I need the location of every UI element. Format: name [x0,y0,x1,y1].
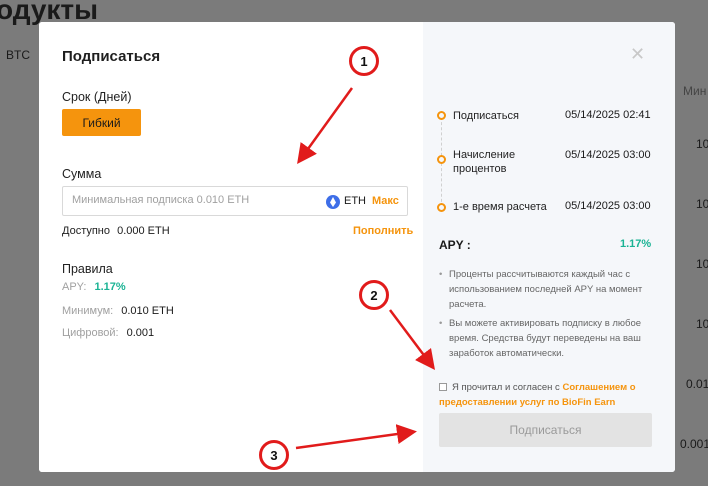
currency-label: ETH [344,195,366,207]
agreement: Я прочитал и согласен с Соглашением о пр… [439,380,664,410]
amount-field[interactable]: ETH Макс [62,186,408,216]
timeline-label-subscribe: Подписаться [453,110,519,122]
modal-title: Подписаться [62,48,161,65]
term-flexible-button[interactable]: Гибкий [62,109,141,136]
rule-apy-value: 1.17% [94,281,126,293]
table-cell: 10 [696,197,708,211]
eth-icon [326,195,340,209]
rule-apy-label: APY: [62,281,87,293]
timeline-dot [437,155,446,164]
table-cell: 0.001 [680,437,708,451]
available-balance: Доступно 0.000 ETH [62,225,170,237]
table-cell: 0.01 [686,377,708,391]
timeline-label-line: Начисление [453,149,516,161]
timeline-label-interest: Начисление процентов [453,148,515,176]
amount-input[interactable] [72,194,312,206]
rule-apy: APY: 1.17% [62,281,126,293]
timeline-dot [437,203,446,212]
rule-digits-value: 0.001 [126,327,155,339]
timeline-time-subscribe: 05/14/2025 02:41 [565,109,651,121]
timeline-time-settlement: 05/14/2025 03:00 [565,200,651,212]
apy-value: 1.17% [620,238,652,250]
annotation-badge-3: 3 [259,440,289,470]
subscribe-modal: Подписаться Срок (Дней) Гибкий Сумма ETH… [39,22,675,472]
available-value: 0.000 ETH [117,225,170,237]
term-label: Срок (Дней) [62,90,132,104]
timeline-dot [437,111,446,120]
agreement-checkbox[interactable] [439,383,447,391]
available-label: Доступно [62,225,111,237]
rule-min-value: 0.010 ETH [121,305,174,317]
apy-label: APY : [439,238,471,252]
amount-label: Сумма [62,167,102,181]
table-cell: 10 [696,137,708,151]
agreement-text: Я прочитал и согласен с [452,382,560,393]
rule-minimum: Минимум: 0.010 ETH [62,305,174,317]
close-icon[interactable]: ✕ [630,44,645,65]
rules-title: Правила [62,262,113,276]
note-item: Проценты рассчитываются каждый час с исп… [439,267,663,312]
column-header-min: Мин [683,84,707,98]
subscribe-button[interactable]: Подписаться [439,413,652,447]
table-cell: 10 [696,317,708,331]
max-button[interactable]: Макс [372,195,399,207]
coin-filter-btc[interactable]: BTC [6,48,30,62]
note-item: Вы можете активировать подписку в любое … [439,316,663,361]
rule-digits: Цифровой: 0.001 [62,327,154,339]
rule-min-label: Минимум: [62,305,114,317]
summary-panel: ✕ Подписаться 05/14/2025 02:41 Начислени… [423,22,675,472]
table-cell: 10 [696,257,708,271]
timeline-time-interest: 05/14/2025 03:00 [565,149,651,161]
annotation-badge-2: 2 [359,280,389,310]
annotation-badge-1: 1 [349,46,379,76]
rule-digits-label: Цифровой: [62,327,119,339]
subscribe-form-panel: Подписаться Срок (Дней) Гибкий Сумма ETH… [39,22,423,472]
timeline-label-settlement: 1-е время расчета [453,201,547,213]
timeline-label-line: процентов [453,163,507,175]
topup-link[interactable]: Пополнить [353,225,413,237]
